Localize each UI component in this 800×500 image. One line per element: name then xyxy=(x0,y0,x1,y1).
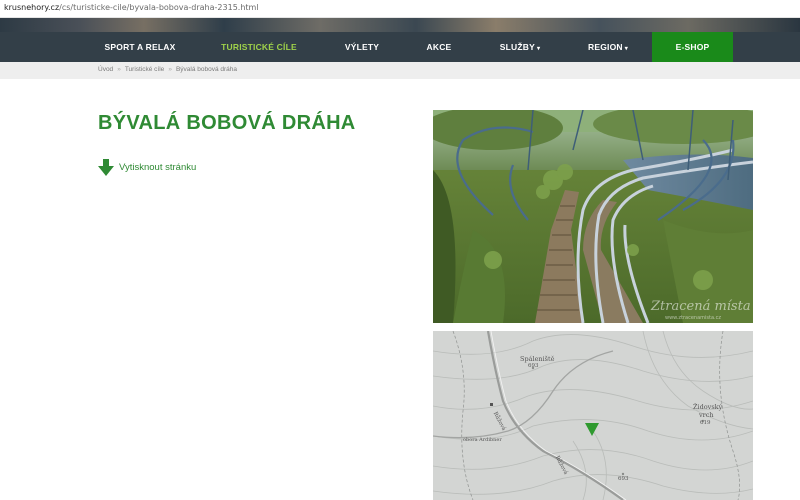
nav-label: AKCE xyxy=(426,42,452,52)
nav-label: REGION xyxy=(588,42,623,52)
page-title: BÝVALÁ BOBOVÁ DRÁHA xyxy=(98,112,356,134)
address-bar[interactable]: krusnehory.cz/cs/turisticke-cile/byvala-… xyxy=(0,0,800,18)
nav-label: E-SHOP xyxy=(675,42,710,52)
location-map[interactable]: Spáleniště 693 Židovský vrch 619 Růžová … xyxy=(433,331,753,500)
breadcrumb: Úvod» Turistické cíle» Bývalá bobová dráha xyxy=(0,62,800,79)
breadcrumb-current: Bývalá bobová dráha xyxy=(175,66,238,73)
nav-region[interactable]: REGION ▾ xyxy=(576,32,640,62)
print-page-link[interactable]: Vytisknout stránku xyxy=(98,158,196,176)
nav-e-shop[interactable]: E-SHOP xyxy=(652,32,733,62)
breadcrumb-separator: » xyxy=(168,66,172,73)
nav-turisticke-cile[interactable]: TURISTICKÉ CÍLE xyxy=(212,32,306,62)
nav-label: SPORT A RELAX xyxy=(104,42,176,52)
map-marker-icon[interactable] xyxy=(585,423,599,436)
chevron-down-icon: ▾ xyxy=(536,46,541,52)
chevron-down-icon: ▾ xyxy=(624,46,628,52)
breadcrumb-separator: » xyxy=(117,66,121,73)
nav-label: VÝLETY xyxy=(344,42,380,52)
bobsleigh-track-image: Ztracená místa www.ztracenamista.cz xyxy=(433,110,753,323)
breadcrumb-home[interactable]: Úvod xyxy=(98,66,113,73)
url-host: krusnehory.cz xyxy=(4,3,60,12)
map-label-spaleniste-elev: 693 xyxy=(528,363,539,369)
nav-sport-a-relax[interactable]: SPORT A RELAX xyxy=(98,32,182,62)
url-path: /cs/turisticke-cile/byvala-bobova-draha-… xyxy=(59,3,259,12)
url-text[interactable]: krusnehory.cz/cs/turisticke-cile/byvala-… xyxy=(4,3,259,12)
nav-label: SLUŽBY xyxy=(499,42,535,52)
map-label-zidovsky: Židovský xyxy=(693,403,723,411)
photo-watermark: Ztracená místa xyxy=(650,299,751,314)
nav-akce[interactable]: AKCE xyxy=(416,32,462,62)
print-page-label: Vytisknout stránku xyxy=(119,161,197,173)
map-label-zidovsky-elev: 619 xyxy=(700,420,711,426)
map-label-peak-elev: 693 xyxy=(618,476,629,482)
map-label-obora: obora Ardibner xyxy=(463,437,502,443)
nav-vylety[interactable]: VÝLETY xyxy=(334,32,390,62)
nav-label: TURISTICKÉ CÍLE xyxy=(221,42,297,52)
destination-photo[interactable]: Ztracená místa www.ztracenamista.cz xyxy=(433,110,753,323)
map-label-spaleniste: Spáleniště xyxy=(520,355,555,363)
download-arrow-icon xyxy=(98,158,114,176)
nav-sluzby[interactable]: SLUŽBY ▾ xyxy=(488,32,552,62)
map-label-vrch: vrch xyxy=(699,411,714,419)
header-banner xyxy=(0,18,800,32)
photo-watermark-url: www.ztracenamista.cz xyxy=(665,315,721,321)
breadcrumb-turisticke-cile[interactable]: Turistické cíle xyxy=(125,66,165,73)
main-nav: SPORT A RELAX TURISTICKÉ CÍLE VÝLETY AKC… xyxy=(0,32,800,62)
